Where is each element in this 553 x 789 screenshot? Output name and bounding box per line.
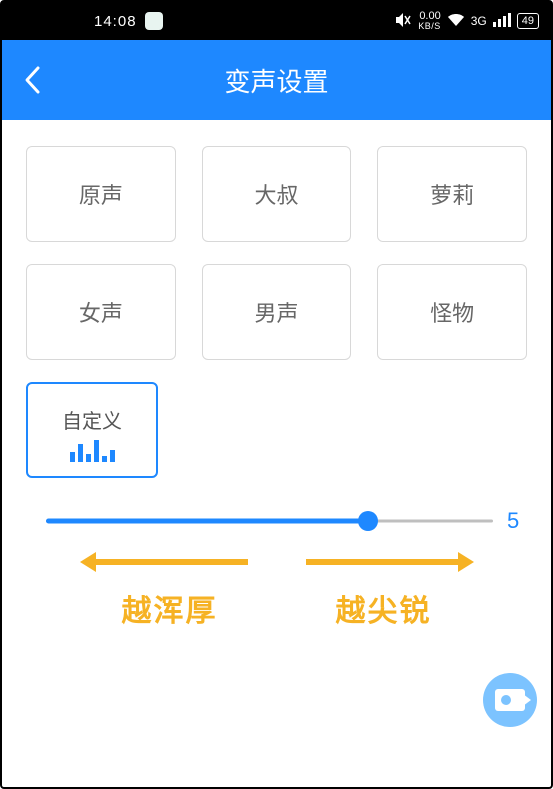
slider-hints: 越浑厚 越尖锐 <box>2 552 551 630</box>
slider-fill <box>46 519 368 524</box>
status-app-icon <box>145 12 163 30</box>
tile-label: 自定义 <box>62 405 122 434</box>
app-header: 变声设置 <box>2 40 551 120</box>
pitch-slider-row: 5 <box>46 508 527 534</box>
tile-label: 男声 <box>254 296 298 328</box>
voice-preset-grid: 原声 大叔 萝莉 女声 男声 怪物 <box>2 120 551 360</box>
arrow-right-icon <box>294 552 474 572</box>
status-network-type: 3G <box>471 14 487 28</box>
slider-thumb[interactable] <box>358 511 378 531</box>
status-bar: 14:08 0.00 KB/S 3G 49 <box>2 2 551 40</box>
tile-label: 原声 <box>79 178 123 210</box>
preset-tile-custom[interactable]: 自定义 <box>26 382 158 478</box>
tile-label: 大叔 <box>254 178 298 210</box>
slider-value: 5 <box>507 508 527 534</box>
status-battery: 49 <box>517 13 539 29</box>
page-title: 变声设置 <box>2 62 551 99</box>
back-button[interactable] <box>2 40 62 120</box>
tile-label: 怪物 <box>430 296 474 328</box>
arrow-left-icon <box>80 552 260 572</box>
preset-tile-loli[interactable]: 萝莉 <box>377 146 527 242</box>
preset-tile-male[interactable]: 男声 <box>202 264 352 360</box>
preset-tile-uncle[interactable]: 大叔 <box>202 146 352 242</box>
hint-right-label: 越尖锐 <box>336 586 432 630</box>
mute-icon <box>394 12 412 31</box>
hint-right: 越尖锐 <box>294 552 474 630</box>
hint-left-label: 越浑厚 <box>122 586 218 630</box>
preset-tile-monster[interactable]: 怪物 <box>377 264 527 360</box>
status-time: 14:08 <box>94 13 137 30</box>
tile-label: 女声 <box>79 296 123 328</box>
wifi-icon <box>447 13 465 30</box>
preset-tile-original[interactable]: 原声 <box>26 146 176 242</box>
signal-icon <box>493 13 511 30</box>
preset-tile-female[interactable]: 女声 <box>26 264 176 360</box>
pitch-slider[interactable] <box>46 508 493 534</box>
equalizer-icon <box>70 440 115 462</box>
chevron-left-icon <box>23 65 41 95</box>
video-camera-icon <box>495 689 525 711</box>
tile-label: 萝莉 <box>430 178 474 210</box>
status-netspeed: 0.00 KB/S <box>418 11 441 31</box>
record-video-fab[interactable] <box>483 673 537 727</box>
hint-left: 越浑厚 <box>80 552 260 630</box>
